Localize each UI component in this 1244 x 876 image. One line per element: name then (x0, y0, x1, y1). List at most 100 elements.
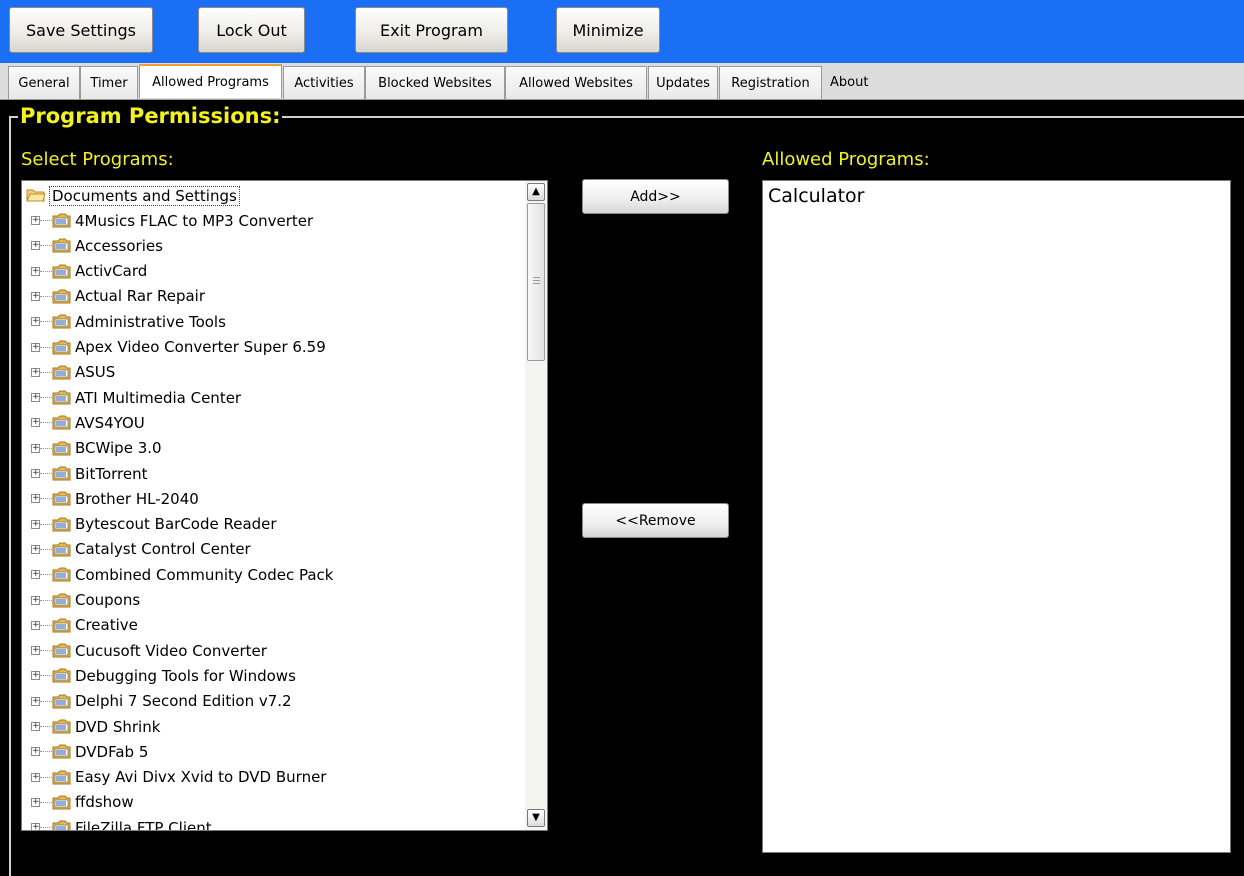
program-group-folder-icon (52, 491, 71, 506)
tree-item[interactable]: + Administrative Tools (22, 309, 525, 334)
plus-box-icon[interactable]: + (31, 747, 40, 757)
scroll-up-icon[interactable]: ▲ (527, 183, 545, 201)
tree-item[interactable]: + BitTorrent (22, 461, 525, 486)
plus-box-icon[interactable]: + (31, 342, 40, 352)
plus-box-icon[interactable]: + (31, 241, 40, 251)
plus-box-icon[interactable]: + (31, 393, 40, 403)
tree-item[interactable]: + ASUS (22, 360, 525, 385)
tree-item[interactable]: + ActivCard (22, 259, 525, 284)
tab-registration[interactable]: Registration (719, 66, 822, 99)
tree-item[interactable]: + BCWipe 3.0 (22, 436, 525, 461)
scroll-down-icon[interactable]: ▼ (527, 809, 545, 827)
plus-box-icon[interactable]: + (31, 266, 40, 276)
tree-scrollbar[interactable]: ▲ ▼ (525, 181, 547, 830)
plus-box-icon[interactable]: + (31, 519, 40, 529)
program-group-folder-icon (52, 441, 71, 456)
minimize-button[interactable]: Minimize (556, 7, 660, 53)
program-group-folder-icon (52, 770, 71, 785)
tree-item-label: FileZilla FTP Client (75, 818, 212, 831)
plus-box-icon[interactable]: + (31, 469, 40, 478)
program-tree[interactable]: Documents and Settings +4Musics FLAC to … (21, 180, 548, 831)
tab-allowed-websites[interactable]: Allowed Websites (505, 66, 647, 99)
tab-blocked-websites[interactable]: Blocked Websites (365, 66, 505, 99)
plus-box-icon[interactable]: + (31, 216, 40, 225)
tree-item[interactable]: + Accessories (22, 233, 525, 258)
plus-box-icon[interactable]: + (31, 595, 40, 605)
tree-connector (40, 220, 52, 221)
plus-box-icon[interactable]: + (31, 646, 40, 656)
tree-connector (40, 498, 52, 500)
toolbar: Save Settings Lock Out Exit Program Mini… (0, 0, 1244, 63)
tree-item-label: ActivCard (75, 262, 148, 281)
scroll-thumb[interactable] (527, 203, 545, 361)
tab-timer[interactable]: Timer (80, 66, 138, 99)
save-settings-button[interactable]: Save Settings (9, 7, 153, 53)
plus-box-icon[interactable]: + (31, 722, 40, 731)
tree-item[interactable]: + Apex Video Converter Super 6.59 (22, 335, 525, 360)
tab-updates[interactable]: Updates (648, 66, 718, 99)
tree-item-label: Catalyst Control Center (75, 540, 251, 559)
plus-box-icon[interactable]: + (31, 823, 40, 830)
plus-box-icon[interactable]: + (31, 317, 40, 327)
tree-item[interactable]: + DVD Shrink (22, 714, 525, 739)
tree-item[interactable]: + Actual Rar Repair (22, 284, 525, 309)
plus-box-icon[interactable]: + (31, 367, 40, 377)
tab-about[interactable]: About (830, 66, 890, 99)
tree-connector (40, 397, 52, 399)
tab-allowed-programs[interactable]: Allowed Programs (139, 64, 282, 98)
tree-connector (40, 574, 52, 576)
add-button[interactable]: Add>> (582, 179, 729, 214)
tree-item[interactable]: + DVDFab 5 (22, 739, 525, 764)
tree-item[interactable]: + Creative (22, 613, 525, 638)
tree-item[interactable]: + Bytescout BarCode Reader (22, 512, 525, 537)
tree-item-label: BCWipe 3.0 (75, 439, 162, 458)
program-group-folder-icon (52, 694, 71, 709)
tree-item[interactable]: + Brother HL-2040 (22, 486, 525, 511)
tree-item[interactable]: + ATI Multimedia Center (22, 385, 525, 410)
plus-box-icon[interactable]: + (31, 620, 40, 630)
tree-item[interactable]: + Debugging Tools for Windows (22, 663, 525, 688)
tree-connector (40, 295, 52, 297)
plus-box-icon[interactable]: + (31, 696, 40, 706)
open-folder-icon (26, 188, 46, 203)
plus-box-icon[interactable]: + (31, 418, 40, 428)
remove-button[interactable]: <<Remove (582, 503, 729, 538)
tree-item[interactable]: +4Musics FLAC to MP3 Converter (22, 208, 525, 233)
tree-item[interactable]: + Delphi 7 Second Edition v7.2 (22, 689, 525, 714)
tree-item-label: DVD Shrink (75, 717, 161, 736)
plus-box-icon[interactable]: + (31, 494, 40, 504)
tree-connector (40, 700, 52, 702)
program-group-folder-icon (52, 668, 71, 683)
tree-item-label: Bytescout BarCode Reader (75, 515, 277, 534)
allowed-programs-list[interactable]: Calculator (762, 180, 1231, 853)
exit-program-button[interactable]: Exit Program (355, 7, 508, 53)
tree-item[interactable]: + FileZilla FTP Client (22, 815, 525, 831)
tree-item[interactable]: + Cucusoft Video Converter (22, 638, 525, 663)
tree-item-label: Creative (75, 616, 138, 635)
tree-item-label: AVS4YOU (75, 413, 145, 432)
tree-connector (40, 624, 52, 626)
tree-connector (40, 801, 52, 803)
lock-out-button[interactable]: Lock Out (198, 7, 305, 53)
tree-connector (40, 827, 52, 829)
plus-box-icon[interactable]: + (31, 797, 40, 807)
tree-item[interactable]: + Coupons (22, 588, 525, 613)
tree-item-label: 4Musics FLAC to MP3 Converter (75, 211, 314, 230)
plus-box-icon[interactable]: + (31, 443, 40, 453)
frame-title: Program Permissions: (18, 104, 283, 128)
allowed-program-item[interactable]: Calculator (768, 185, 864, 207)
tab-general[interactable]: General (8, 66, 80, 99)
tree-item[interactable]: + Catalyst Control Center (22, 537, 525, 562)
tree-item[interactable]: + ffdshow (22, 790, 525, 815)
plus-box-icon[interactable]: + (31, 291, 40, 301)
plus-box-icon[interactable]: + (31, 772, 40, 782)
tree-item[interactable]: + Easy Avi Divx Xvid to DVD Burner (22, 765, 525, 790)
tree-root[interactable]: Documents and Settings (22, 183, 525, 208)
tree-item[interactable]: + AVS4YOU (22, 410, 525, 435)
tab-activities[interactable]: Activities (283, 66, 365, 99)
plus-box-icon[interactable]: + (31, 570, 40, 580)
plus-box-icon[interactable]: + (31, 544, 40, 554)
tree-item[interactable]: + Combined Community Codec Pack (22, 562, 525, 587)
plus-box-icon[interactable]: + (31, 671, 40, 681)
tree-item-label: DVDFab 5 (75, 742, 149, 761)
